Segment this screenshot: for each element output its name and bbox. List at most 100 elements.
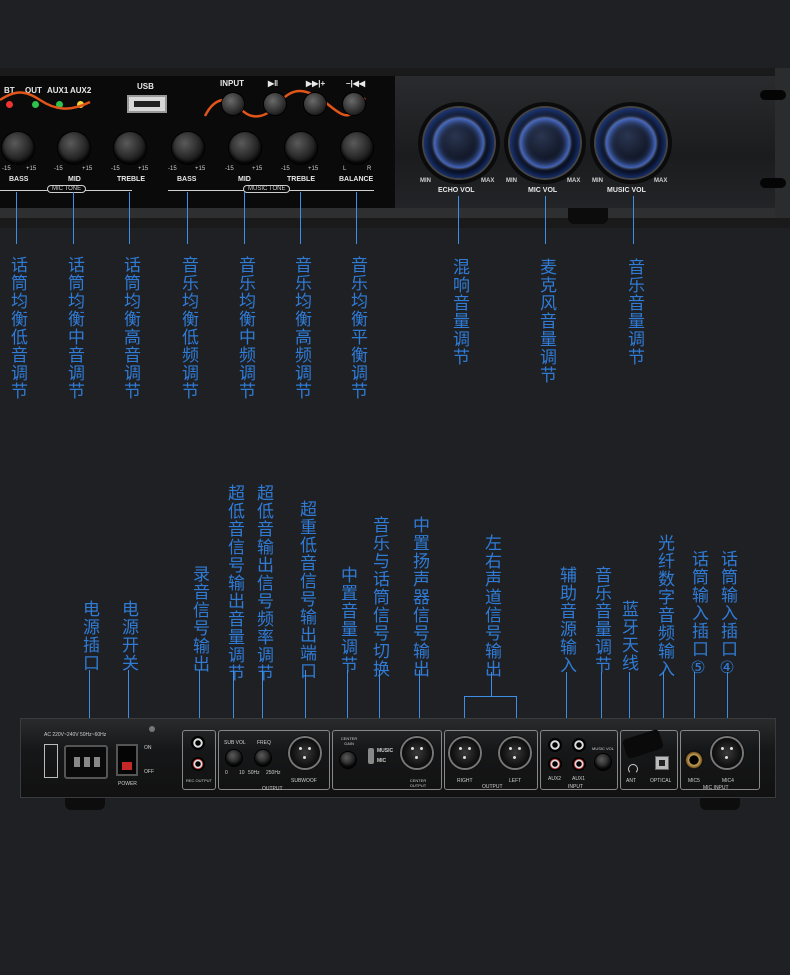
aux2-jack-r[interactable] — [548, 757, 562, 771]
annotation-power-socket: 电源插口 — [79, 600, 99, 672]
xlr-pin — [513, 756, 516, 759]
music-mid-max: +15 — [252, 166, 263, 172]
rack-ear-slot — [760, 90, 786, 100]
music-balance-knob[interactable] — [341, 132, 373, 164]
panel-bottom-edge — [0, 208, 775, 218]
mic-treble-knob[interactable] — [114, 132, 146, 164]
music-bass-knob[interactable] — [172, 132, 204, 164]
right-output-xlr-jack[interactable] — [450, 738, 480, 768]
leader-line — [633, 196, 634, 244]
left-output-label: LEFT — [509, 778, 522, 784]
music-vol-min: MIN — [592, 178, 603, 184]
rec-output-jack-l[interactable] — [191, 736, 205, 750]
annotation-rec-output: 录音信号输出 — [189, 565, 209, 673]
rear-foot — [700, 798, 740, 810]
annotation-bt-antenna: 蓝牙天线 — [618, 600, 638, 672]
aux1-jack-l[interactable] — [572, 738, 586, 752]
sub-vol-knob[interactable] — [226, 750, 242, 766]
ant-label: ANT — [626, 778, 636, 784]
power-socket[interactable] — [64, 745, 108, 779]
annotation-echo-vol: 混响音量调节 — [449, 258, 469, 366]
subwoofer-xlr-jack[interactable] — [290, 738, 320, 768]
echo-vol-label: ECHO VOL — [438, 187, 475, 194]
music-treble-label: TREBLE — [287, 176, 315, 183]
freq-min: 50Hz — [248, 770, 260, 776]
music-mic-switch[interactable] — [368, 748, 374, 764]
leader-line — [129, 192, 130, 244]
leader-line — [458, 196, 459, 244]
annotation-subwoofer-out: 超重低音信号输出端口 — [296, 500, 316, 680]
next-button-label: ▶▶|+ — [306, 79, 326, 88]
optical-input-port[interactable] — [655, 756, 669, 770]
xlr-pin — [463, 756, 466, 759]
mic-treble-min: -15 — [111, 166, 120, 172]
mic-bass-knob[interactable] — [2, 132, 34, 164]
aux1-jack-r[interactable] — [572, 757, 586, 771]
play-pause-button-label: ▶‖ — [268, 79, 279, 88]
xlr-pin — [509, 747, 512, 750]
mic-switch-label: MIC — [377, 758, 387, 764]
rack-ear-slot — [760, 178, 786, 188]
mic5-label: MIC5 — [688, 778, 700, 784]
power-label: POWER — [118, 781, 137, 787]
music-treble-min: -15 — [281, 166, 290, 172]
leader-line — [356, 192, 357, 244]
prev-button[interactable] — [343, 93, 365, 115]
annotation-power-switch: 电源开关 — [118, 600, 138, 672]
sub-freq-knob[interactable] — [255, 750, 271, 766]
rec-output-jack-r[interactable] — [191, 757, 205, 771]
mic-treble-max: +15 — [138, 166, 149, 172]
echo-vol-min: MIN — [420, 178, 431, 184]
annotation-center-output: 中置扬声器信号输出 — [409, 516, 429, 678]
music-treble-knob[interactable] — [285, 132, 317, 164]
power-switch-rocker — [122, 762, 132, 770]
music-bass-min: -15 — [168, 166, 177, 172]
music-balance-label: BALANCE — [339, 176, 374, 183]
echo-vol-max: MAX — [481, 178, 495, 184]
xlr-pin — [468, 747, 471, 750]
power-off-label: OFF — [144, 769, 154, 775]
antenna-icon — [628, 764, 638, 774]
xlr-pin — [459, 747, 462, 750]
annotation-mic-mid: 话筒均衡中音调节 — [64, 256, 84, 400]
mic-vol-min: MIN — [506, 178, 517, 184]
optical-label: OPTICAL — [650, 778, 672, 784]
annotation-mic-bass: 话筒均衡低音调节 — [7, 256, 27, 400]
xlr-pin — [299, 747, 302, 750]
power-switch[interactable] — [116, 744, 138, 776]
balance-right-label: R — [367, 166, 372, 172]
aux2-jack-l[interactable] — [548, 738, 562, 752]
xlr-pin — [725, 756, 728, 759]
screw-icon — [149, 726, 155, 732]
mic-mid-knob[interactable] — [58, 132, 90, 164]
next-button[interactable] — [304, 93, 326, 115]
center-output-xlr-jack[interactable] — [402, 738, 432, 768]
music-mid-knob[interactable] — [229, 132, 261, 164]
xlr-pin — [420, 747, 423, 750]
lr-output-label: OUTPUT — [482, 784, 503, 790]
center-gain-knob[interactable] — [340, 752, 356, 768]
xlr-pin — [303, 756, 306, 759]
annotation-optical-input: 光纤数字音频输入 — [654, 534, 674, 678]
mic-vol-max: MAX — [567, 178, 581, 184]
annotation-music-vol-rear: 音乐音量调节 — [591, 566, 611, 674]
caution-label — [44, 744, 58, 778]
echo-vol-knob[interactable] — [424, 108, 494, 178]
front-foot — [568, 208, 608, 224]
xlr-pin — [721, 747, 724, 750]
aux-input-label: INPUT — [568, 784, 583, 790]
annotation-aux-input: 辅助音源输入 — [556, 566, 576, 674]
mic5-jack[interactable] — [684, 750, 704, 770]
music-vol-knob[interactable] — [596, 108, 666, 178]
mic-vol-knob[interactable] — [510, 108, 580, 178]
left-output-xlr-jack[interactable] — [500, 738, 530, 768]
annotation-sub-freq: 超低音输出信号频率调节 — [253, 484, 273, 682]
input-button[interactable] — [222, 93, 244, 115]
leader-line-bracket — [464, 696, 516, 697]
center-output-label: CENTER OUTPUT — [409, 778, 427, 788]
music-tone-label: MUSIC TONE — [243, 185, 291, 193]
sub-output-label: OUTPUT — [262, 786, 283, 792]
rear-music-vol-knob[interactable] — [595, 754, 611, 770]
play-pause-button[interactable] — [264, 93, 286, 115]
mic4-xlr-jack[interactable] — [712, 738, 742, 768]
